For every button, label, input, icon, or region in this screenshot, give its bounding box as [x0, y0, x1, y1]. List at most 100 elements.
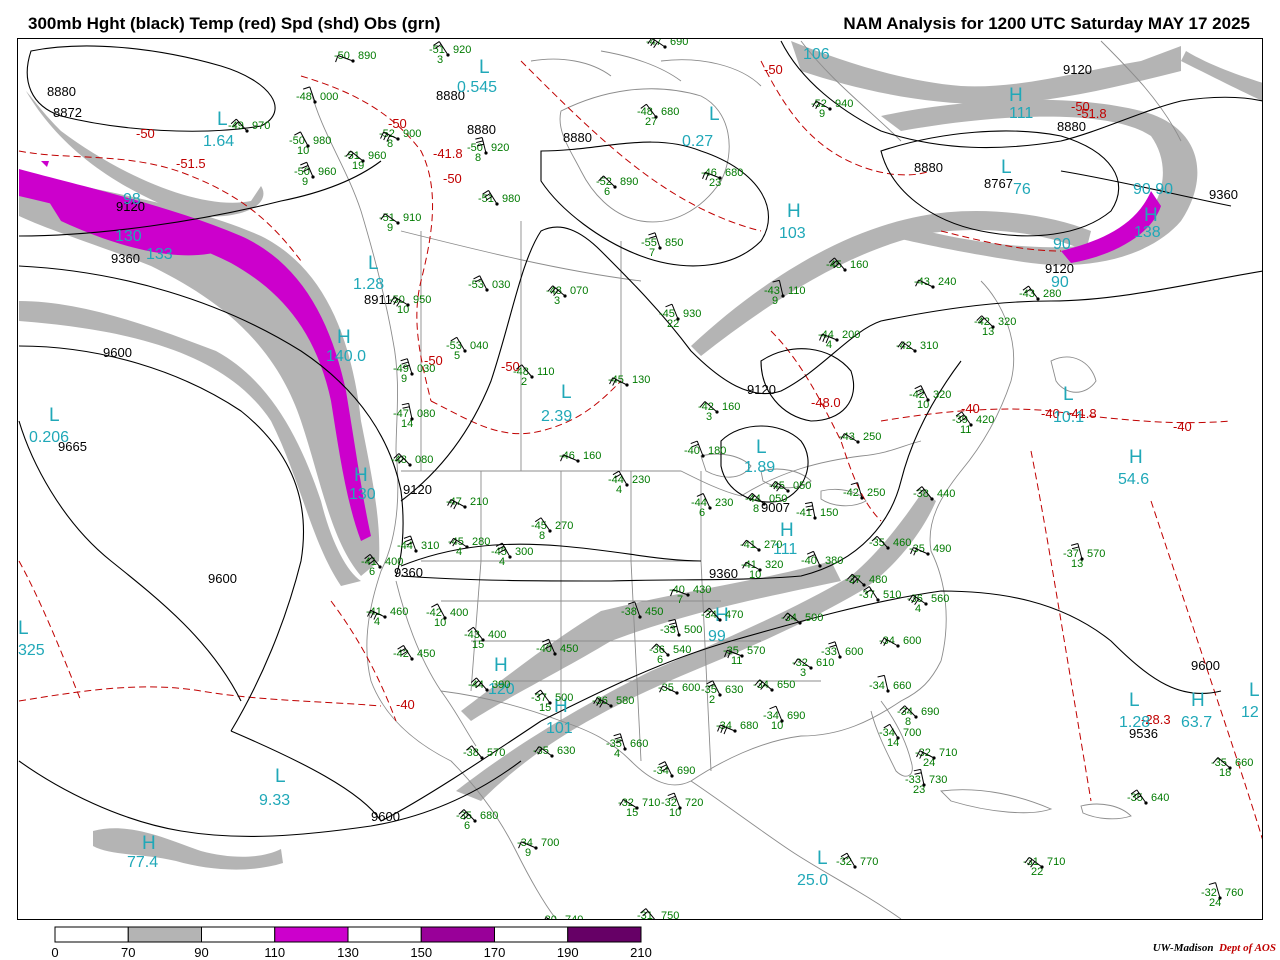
speed-extremum-label: 140.0	[326, 348, 366, 365]
obs-height: 980	[313, 135, 331, 147]
speed-extremum-label: 1.89	[744, 459, 775, 476]
obs-temp: -45	[826, 259, 842, 271]
obs-dewpoint-depression: 4	[499, 556, 505, 568]
wind-barb-flag	[665, 303, 673, 308]
speed-extremum-label: 98	[123, 191, 141, 208]
speed-extremum-label: 138	[1134, 224, 1161, 241]
wind-barb-flag	[1208, 882, 1216, 886]
obs-dewpoint-depression: 3	[800, 667, 806, 679]
obs-height: 210	[470, 496, 488, 508]
speed-extremum-label: 103	[779, 225, 806, 242]
wind-barb-flag	[613, 733, 621, 737]
contour-9360-dip	[400, 543, 702, 567]
obs-height: 450	[417, 648, 435, 660]
obs-height: 690	[677, 765, 695, 777]
speed-extremum-label: H	[1009, 85, 1023, 106]
canadian-archipelago	[530, 50, 762, 87]
height-label: 8880	[914, 160, 943, 175]
wind-barb-flag	[667, 792, 675, 797]
station-observation: -34 70014	[879, 723, 921, 749]
colorbar-segment	[347, 926, 422, 943]
obs-height: 710	[939, 747, 957, 759]
obs-height: 470	[725, 609, 743, 621]
station-observation: -46 160	[559, 450, 601, 463]
speed-extremum-label: L	[18, 618, 29, 639]
obs-height: 640	[1151, 792, 1169, 804]
jet-shade-north-arc	[691, 211, 1091, 356]
obs-height: 960	[368, 150, 386, 162]
station-observation: -34 680	[716, 720, 758, 735]
credit-org: UW-Madison	[1152, 942, 1214, 954]
station-observation: -45 050	[769, 480, 811, 493]
station-observation: -35 640	[1127, 789, 1169, 805]
geographic-borders	[310, 40, 1182, 919]
station-observation: -33 73023	[905, 768, 947, 796]
speed-extremum-label: 1.64	[203, 133, 234, 150]
wind-barb-flag	[913, 768, 921, 772]
station-observation: -50 9208	[467, 136, 509, 164]
obs-height: 270	[555, 520, 573, 532]
obs-height: 230	[715, 497, 733, 509]
obs-height: 910	[403, 212, 421, 224]
obs-height: 570	[487, 747, 505, 759]
station-observation: -35 66018	[1211, 757, 1253, 779]
obs-height: 500	[555, 692, 573, 704]
obs-height: 390	[492, 679, 510, 691]
obs-height: 300	[515, 546, 533, 558]
station-observation: -49 0309	[393, 358, 435, 385]
obs-height: 660	[893, 680, 911, 692]
obs-height: 030	[417, 363, 435, 375]
height-labels: 8880887288808880888088808767888091209360…	[47, 62, 1238, 824]
colorbar-tick-label: 210	[630, 945, 652, 960]
colorbar-segment	[127, 926, 202, 943]
speed-extremum-label: L	[275, 766, 286, 787]
obs-height: 450	[645, 606, 663, 618]
obs-temp: -41	[796, 507, 812, 519]
height-label: 9360	[709, 566, 738, 581]
obs-height: 700	[541, 837, 559, 849]
obs-temp: -34	[653, 765, 669, 777]
speed-extremum-label: L	[1129, 690, 1140, 711]
obs-height: 890	[358, 50, 376, 62]
wind-barb-flag	[804, 501, 813, 505]
obs-temp: -38	[463, 747, 479, 759]
obs-height: 940	[835, 98, 853, 110]
speed-extremum-label: 130	[115, 228, 142, 245]
height-label: 9120	[747, 382, 776, 397]
station-observation: -30 740	[541, 914, 583, 920]
obs-height: 030	[492, 279, 510, 291]
colorbar-segment	[420, 926, 495, 943]
obs-height: 400	[450, 607, 468, 619]
obs-height: 560	[931, 593, 949, 605]
speed-extremum-label: 77.4	[127, 854, 158, 871]
station-observation: -43240	[914, 276, 956, 289]
station-observation: -43 250	[839, 431, 881, 444]
obs-temp: -44	[468, 679, 484, 691]
station-observation: -42 1603	[698, 401, 740, 423]
wind-barb-flag	[769, 705, 777, 710]
central-america	[690, 780, 902, 919]
speed-extremum-label: L	[368, 253, 379, 274]
obs-dewpoint-depression: 7	[677, 594, 683, 606]
obs-height: 070	[570, 285, 588, 297]
obs-height: 690	[921, 706, 939, 718]
obs-height: 320	[765, 559, 783, 571]
speed-extremum-label: L	[49, 405, 60, 426]
station-observation: -34 660	[869, 674, 911, 693]
obs-height: 890	[620, 176, 638, 188]
speed-extremum-label: 101	[546, 720, 573, 737]
colorbar-tick-label: 190	[556, 945, 579, 960]
obs-height: 080	[417, 408, 435, 420]
station-observation: -42 40010	[426, 603, 468, 629]
speed-extremum-label: 0.206	[29, 429, 69, 446]
speed-extremum-label: 130	[349, 486, 376, 503]
obs-height: 570	[1087, 548, 1105, 560]
obs-dewpoint-depression: 4	[915, 603, 921, 615]
height-label: 9600	[103, 345, 132, 360]
speed-extremum-label: L	[561, 382, 572, 403]
obs-height: 900	[403, 128, 421, 140]
wind-barb-flag	[828, 641, 836, 645]
obs-height: 770	[860, 856, 878, 868]
height-label: 9600	[1191, 658, 1220, 673]
obs-temp: -30	[541, 914, 557, 920]
